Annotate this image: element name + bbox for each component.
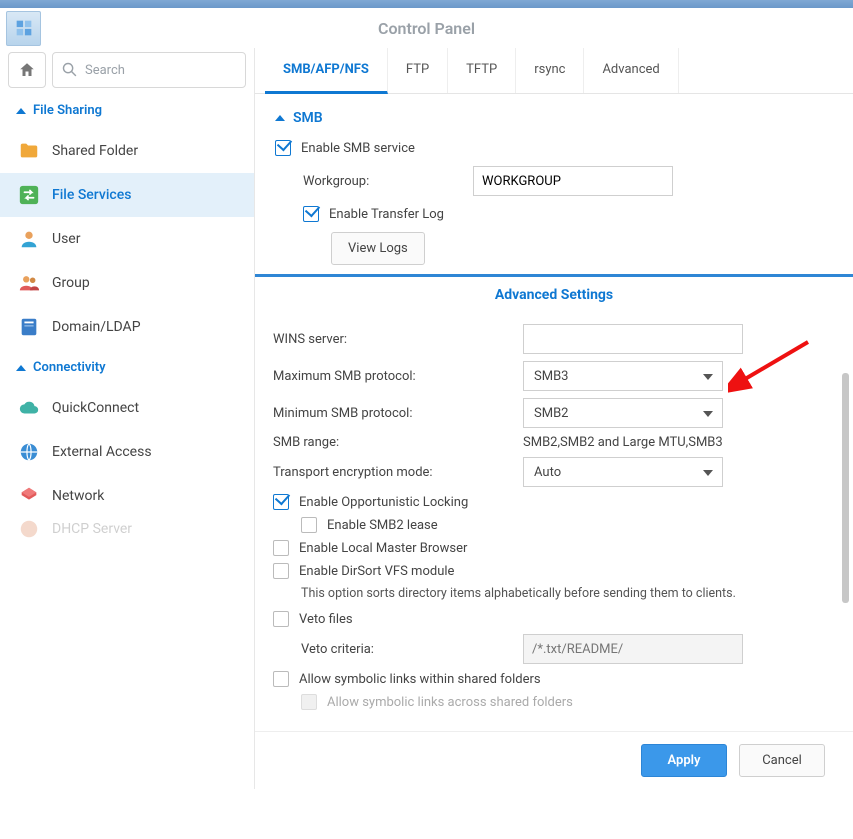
modal-footer: Apply Cancel [255, 731, 853, 789]
range-label: SMB range: [273, 435, 523, 450]
chevron-down-icon [703, 470, 713, 476]
min-proto-select[interactable]: SMB2 [523, 398, 723, 428]
smb2lease-checkbox[interactable] [301, 517, 317, 533]
tab-advanced[interactable]: Advanced [584, 48, 678, 93]
sidebar-item-label: QuickConnect [52, 400, 139, 416]
sidebar-item-file-services[interactable]: File Services [0, 173, 254, 217]
select-value: SMB2 [534, 406, 568, 421]
chevron-down-icon [703, 374, 713, 380]
search-icon [61, 61, 78, 78]
symlinks-within-checkbox[interactable] [273, 671, 289, 687]
app-title: Control Panel [0, 19, 853, 38]
advanced-settings-modal: Advanced Settings WINS server: Maximum S… [255, 274, 853, 789]
section-label: Connectivity [33, 360, 106, 375]
window-titlebar [0, 0, 853, 8]
veto-label: Veto files [299, 612, 353, 627]
sidebar-item-network[interactable]: Network [0, 474, 254, 518]
scrollbar[interactable] [842, 373, 849, 603]
symlinks-within-label: Allow symbolic links within shared folde… [299, 672, 541, 687]
chevron-down-icon [703, 411, 713, 417]
sidebar-item-label: Shared Folder [52, 143, 138, 159]
min-proto-label: Minimum SMB protocol: [273, 406, 523, 421]
dirsort-checkbox[interactable] [273, 563, 289, 579]
sidebar-item-shared-folder[interactable]: Shared Folder [0, 129, 254, 173]
globe-icon [18, 441, 40, 463]
section-title: SMB [293, 110, 323, 126]
veto-criteria-input [523, 634, 743, 664]
max-proto-select[interactable]: SMB3 [523, 361, 723, 391]
max-proto-label: Maximum SMB protocol: [273, 369, 523, 384]
localmaster-label: Enable Local Master Browser [299, 541, 467, 556]
smb-section-toggle[interactable]: SMB [275, 110, 833, 126]
app-logo-icon [6, 11, 41, 46]
smb2lease-label: Enable SMB2 lease [327, 518, 438, 533]
sidebar-item-domain-ldap[interactable]: Domain/LDAP [0, 305, 254, 349]
sidebar-item-label: File Services [52, 187, 131, 203]
search-input[interactable] [52, 52, 246, 88]
sidebar-item-label: Group [52, 275, 90, 291]
tab-ftp[interactable]: FTP [388, 48, 448, 93]
sidebar-item-label: DHCP Server [52, 521, 132, 537]
enable-smb-label: Enable SMB service [301, 141, 415, 156]
sidebar-item-user[interactable]: User [0, 217, 254, 261]
group-icon [18, 272, 40, 294]
localmaster-checkbox[interactable] [273, 540, 289, 556]
select-value: Auto [534, 465, 561, 480]
dhcp-icon [18, 518, 40, 540]
cancel-button[interactable]: Cancel [739, 744, 825, 777]
enable-smb-checkbox[interactable] [275, 140, 291, 156]
home-icon [18, 61, 36, 79]
sidebar-section-connectivity[interactable]: Connectivity [0, 349, 254, 386]
folder-icon [18, 140, 40, 162]
wins-input[interactable] [523, 324, 743, 354]
select-value: SMB3 [534, 369, 568, 384]
home-button[interactable] [8, 52, 46, 88]
sidebar-item-quickconnect[interactable]: QuickConnect [0, 386, 254, 430]
network-icon [18, 485, 40, 507]
swap-icon [18, 184, 40, 206]
enc-label: Transport encryption mode: [273, 465, 523, 480]
sidebar-item-label: Network [52, 488, 104, 504]
symlinks-across-label: Allow symbolic links across shared folde… [327, 695, 573, 710]
chevron-up-icon [16, 365, 26, 371]
tab-tftp[interactable]: TFTP [448, 48, 516, 93]
range-value: SMB2,SMB2 and Large MTU,SMB3 [523, 435, 723, 450]
enc-select[interactable]: Auto [523, 457, 723, 487]
view-logs-button[interactable]: View Logs [331, 232, 425, 265]
apply-button[interactable]: Apply [641, 744, 727, 777]
sidebar-item-label: External Access [52, 444, 152, 460]
app-header: Control Panel [0, 8, 853, 48]
symlinks-across-checkbox [301, 694, 317, 710]
chevron-up-icon [275, 115, 285, 121]
wins-label: WINS server: [273, 332, 523, 347]
sidebar-item-label: Domain/LDAP [52, 319, 141, 335]
workgroup-label: Workgroup: [303, 174, 473, 189]
transfer-log-label: Enable Transfer Log [329, 207, 444, 222]
dirsort-label: Enable DirSort VFS module [299, 564, 454, 579]
modal-title: Advanced Settings [255, 277, 853, 313]
sidebar-item-dhcp[interactable]: DHCP Server [0, 518, 254, 540]
veto-checkbox[interactable] [273, 611, 289, 627]
sidebar-item-group[interactable]: Group [0, 261, 254, 305]
workgroup-input[interactable] [473, 166, 673, 196]
sidebar-item-label: User [52, 231, 80, 247]
veto-criteria-label: Veto criteria: [301, 642, 523, 657]
transfer-log-checkbox[interactable] [303, 206, 319, 222]
user-icon [18, 228, 40, 250]
dirsort-note: This option sorts directory items alphab… [301, 586, 821, 601]
chevron-up-icon [16, 108, 26, 114]
content-area: SMB/AFP/NFS FTP TFTP rsync Advanced SMB … [255, 48, 853, 789]
cloud-icon [18, 397, 40, 419]
oplock-label: Enable Opportunistic Locking [299, 495, 468, 510]
sidebar: File Sharing Shared Folder File Services… [0, 48, 255, 789]
tab-rsync[interactable]: rsync [516, 48, 584, 93]
sidebar-section-file-sharing[interactable]: File Sharing [0, 92, 254, 129]
tab-bar: SMB/AFP/NFS FTP TFTP rsync Advanced [255, 48, 853, 94]
sidebar-item-external-access[interactable]: External Access [0, 430, 254, 474]
section-label: File Sharing [33, 103, 102, 118]
tab-smb-afp-nfs[interactable]: SMB/AFP/NFS [265, 48, 388, 94]
modal-body: WINS server: Maximum SMB protocol: SMB3 … [255, 313, 853, 731]
book-icon [18, 316, 40, 338]
oplock-checkbox[interactable] [273, 494, 289, 510]
